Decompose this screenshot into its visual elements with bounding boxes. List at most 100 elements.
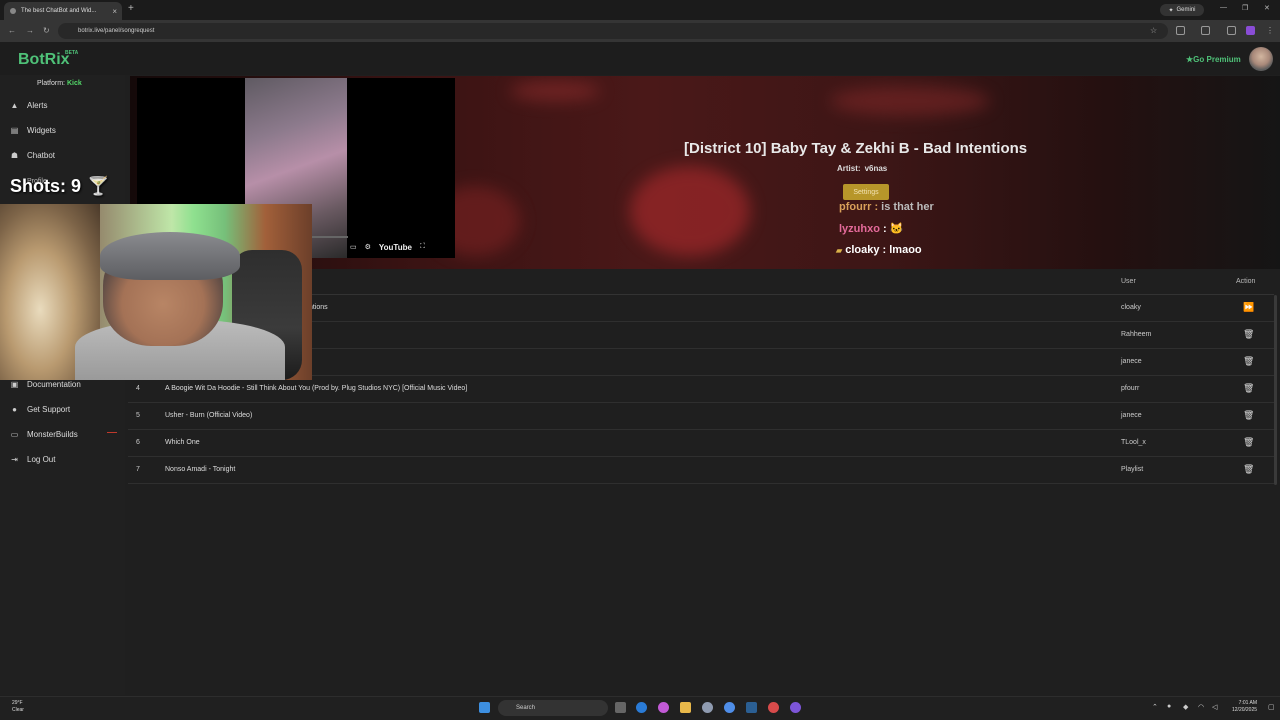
trash-icon[interactable]: 🗑 — [1243, 383, 1254, 394]
obs-icon[interactable] — [768, 702, 779, 713]
youtube-logo[interactable]: YouTube — [379, 243, 412, 252]
platform-label: Platform: — [37, 80, 66, 87]
menu-icon[interactable]: ⋮ — [1266, 26, 1274, 35]
row-user: janece — [1121, 412, 1142, 419]
tab-title: The best ChatBot and Wid... — [21, 8, 97, 14]
row-number: 6 — [136, 439, 140, 446]
chat-text: lmaoo — [889, 244, 922, 256]
logout-icon: ⇥ — [11, 455, 18, 464]
tray-app-icon[interactable]: ◆ — [1183, 703, 1188, 711]
sidebar-item-alerts[interactable]: ▲ Alerts — [10, 101, 48, 110]
file-explorer-icon[interactable] — [680, 702, 691, 713]
trash-icon[interactable]: 🗑 — [1243, 464, 1254, 475]
banner-blur-shape — [830, 86, 990, 116]
app-header — [0, 42, 1280, 75]
now-playing-title: [District 10] Baby Tay & Zekhi B - Bad I… — [684, 140, 1028, 157]
sidebar-item-widgets[interactable]: ▤ Widgets — [10, 126, 56, 135]
column-header-action: Action — [1236, 278, 1256, 285]
sidebar-item-documentation[interactable]: ▣ Documentation — [10, 380, 81, 389]
bookmark-star-icon[interactable]: ☆ — [1150, 26, 1157, 35]
settings-app-icon[interactable] — [702, 702, 713, 713]
column-header-user: User — [1121, 278, 1136, 285]
clock-date: 12/20/2025 — [1232, 707, 1258, 713]
sidebar-item-monsterbuilds[interactable]: ▭ MonsterBuilds — [10, 430, 78, 439]
taskbar-clock[interactable]: 7:01 AM 12/20/2025 — [1232, 700, 1257, 714]
sidebar-item-label: Chatbot — [27, 151, 56, 160]
row-user: Playlist — [1121, 466, 1144, 473]
profile-icon[interactable] — [1227, 26, 1236, 35]
new-tab-button[interactable]: + — [128, 3, 134, 14]
sidebar-item-get-support[interactable]: ● Get Support — [10, 405, 70, 414]
sidebar-item-chatbot[interactable]: ☗ Chatbot — [10, 151, 55, 160]
streamer-durag — [100, 232, 240, 280]
cocktail-icon: 🍸 — [87, 176, 110, 196]
row-song-title: Usher - Burn (Official Video) — [165, 412, 253, 419]
taskbar-search[interactable]: Search — [498, 700, 608, 716]
tray-chevron-icon[interactable]: ⌃ — [1152, 703, 1158, 711]
table-row: 6 Which One TLool_x 🗑 — [128, 430, 1274, 457]
sidebar-item-label: MonsterBuilds — [27, 430, 78, 439]
sidepanel-icon[interactable] — [1201, 26, 1210, 35]
back-button[interactable]: ← — [8, 26, 16, 35]
banner-blur-shape — [510, 81, 600, 101]
copilot-icon[interactable] — [658, 702, 669, 713]
start-icon[interactable] — [479, 702, 490, 713]
weather-widget[interactable]: 29°F Clear — [12, 700, 24, 714]
platform-value: Kick — [66, 80, 82, 87]
trash-icon[interactable]: 🗑 — [1243, 356, 1254, 367]
platform-indicator: Platform: Kick — [37, 80, 82, 87]
close-tab-icon[interactable]: × — [112, 7, 117, 16]
extension-purple-icon[interactable] — [1246, 26, 1255, 35]
trash-icon[interactable]: 🗑 — [1243, 410, 1254, 421]
chrome-icon[interactable] — [724, 702, 735, 713]
task-view-icon[interactable] — [615, 702, 626, 713]
search-placeholder: Search — [516, 705, 536, 711]
reload-button[interactable]: ↻ — [43, 26, 50, 35]
settings-gear-icon[interactable]: ⚙ — [365, 243, 371, 251]
volume-icon[interactable]: ◁ — [1212, 703, 1217, 711]
chat-separator: : — [879, 244, 890, 256]
chat-username: cloaky — [845, 244, 880, 256]
go-premium-link[interactable]: ★Go Premium — [1186, 55, 1241, 64]
row-user: janece — [1121, 358, 1142, 365]
skip-icon[interactable]: ⏩ — [1243, 302, 1254, 313]
chat-message: lyzuhxo : 🐱 — [839, 222, 903, 235]
table-scrollbar[interactable] — [1274, 295, 1277, 485]
sidebar-item-label: Widgets — [27, 126, 56, 135]
wifi-icon[interactable]: ◠ — [1198, 703, 1204, 711]
favicon-icon — [10, 8, 16, 14]
monitor-icon: ▭ — [10, 430, 19, 439]
minimize-button[interactable]: — — [1220, 4, 1227, 11]
chat-separator: : — [871, 201, 882, 213]
steam-icon[interactable] — [746, 702, 757, 713]
forward-button[interactable]: → — [26, 26, 34, 35]
gemini-button[interactable]: ✦ Gemini — [1160, 4, 1204, 16]
sidebar-item-log-out[interactable]: ⇥ Log Out — [10, 455, 55, 464]
trash-icon[interactable]: 🗑 — [1243, 437, 1254, 448]
extensions-icon[interactable] — [1176, 26, 1185, 35]
user-avatar[interactable] — [1249, 47, 1273, 71]
sidebar-item-label: Alerts — [27, 101, 48, 110]
fullscreen-icon[interactable]: ⛶ — [420, 243, 425, 251]
browser-tab[interactable]: The best ChatBot and Wid... × — [4, 2, 122, 20]
discord-icon[interactable] — [790, 702, 801, 713]
weather-desc: Clear — [12, 707, 24, 713]
close-window-button[interactable]: ✕ — [1264, 4, 1270, 12]
settings-button[interactable]: Settings — [843, 184, 889, 200]
captions-icon[interactable]: ▭ — [350, 243, 357, 251]
notifications-icon[interactable]: ▢ — [1268, 703, 1275, 711]
trash-icon[interactable]: 🗑 — [1243, 329, 1254, 340]
edge-icon[interactable] — [636, 702, 647, 713]
sidebar-item-label: Documentation — [27, 380, 81, 389]
artist-label: Artist: — [837, 164, 861, 173]
tray-app-icon[interactable]: ● — [1167, 703, 1171, 710]
maximize-button[interactable]: ❐ — [1242, 4, 1248, 12]
row-song-title: A Boogie Wit Da Hoodie - Still Think Abo… — [165, 385, 468, 392]
chat-message: pfourr : is that her — [839, 201, 934, 213]
botrix-logo[interactable]: BotRix — [18, 51, 70, 69]
video-progress-bar[interactable] — [312, 236, 348, 238]
go-premium-label: Go Premium — [1193, 55, 1241, 64]
url-input[interactable]: botrix.live/panel/songrequest — [58, 23, 1168, 39]
row-user: pfourr — [1121, 385, 1140, 392]
chat-username: lyzuhxo — [839, 223, 880, 235]
